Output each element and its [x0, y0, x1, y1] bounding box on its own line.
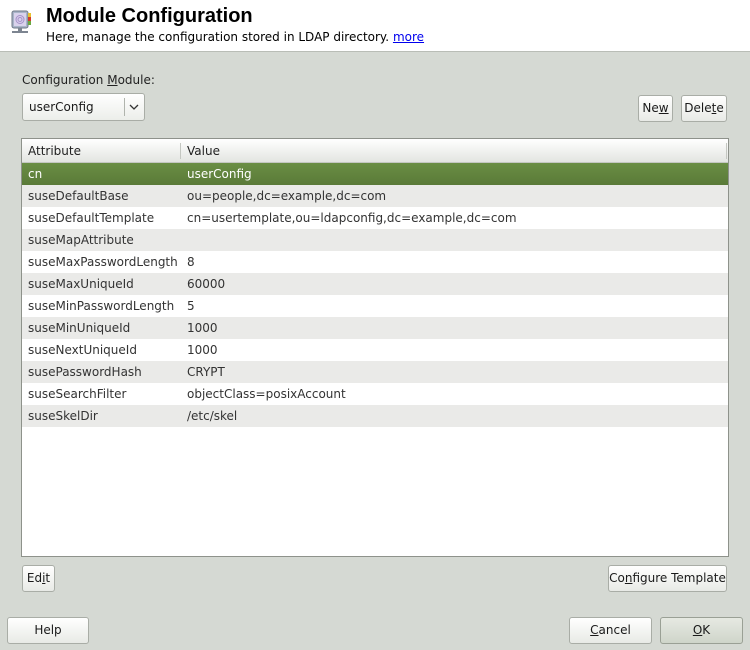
- table-row[interactable]: suseMapAttribute: [22, 229, 728, 251]
- attribute-cell: suseSearchFilter: [28, 387, 127, 401]
- edit-button[interactable]: Edit: [22, 565, 55, 592]
- value-cell: 5: [187, 299, 195, 313]
- table-row[interactable]: cn userConfig: [22, 163, 728, 185]
- configure-template-button[interactable]: Configure Template: [608, 565, 727, 592]
- attribute-cell: suseMapAttribute: [28, 233, 134, 247]
- table-row[interactable]: suseMaxPasswordLength 8: [22, 251, 728, 273]
- attribute-cell: cn: [28, 167, 43, 181]
- selected-module: userConfig: [29, 100, 94, 114]
- table-row[interactable]: suseDefaultTemplate cn=usertemplate,ou=ld…: [22, 207, 728, 229]
- page-subtitle: Here, manage the configuration stored in…: [46, 30, 424, 44]
- ldap-config-computer-icon: [11, 10, 31, 33]
- cancel-button[interactable]: Cancel: [569, 617, 652, 644]
- dialog-header: Module Configuration Here, manage the co…: [0, 0, 750, 52]
- value-cell: 1000: [187, 343, 218, 357]
- table-row[interactable]: susePasswordHash CRYPT: [22, 361, 728, 383]
- value-cell: 60000: [187, 277, 226, 291]
- value-cell: CRYPT: [187, 365, 225, 379]
- table-row[interactable]: suseSkelDir/etc/skel: [22, 405, 728, 427]
- attribute-cell: susePasswordHash: [28, 365, 142, 379]
- table-row[interactable]: suseNextUniqueId 1000: [22, 339, 728, 361]
- attribute-cell: suseSkelDir: [28, 409, 98, 423]
- table-row[interactable]: suseSearchFilter objectClass=posixAccount: [22, 383, 728, 405]
- attribute-cell: suseMinUniqueId: [28, 321, 131, 335]
- value-cell: /etc/skel: [187, 409, 238, 423]
- page-title: Module Configuration: [46, 5, 253, 27]
- more-link[interactable]: more: [393, 30, 424, 44]
- column-header-attribute[interactable]: Attribute: [28, 144, 81, 158]
- value-cell: objectClass=posixAccount: [187, 387, 346, 401]
- table-header: Attribute Value: [22, 139, 728, 163]
- column-separator[interactable]: [180, 143, 181, 159]
- attribute-cell: suseDefaultBase: [28, 189, 129, 203]
- help-button[interactable]: Help: [7, 617, 89, 644]
- new-button[interactable]: New: [638, 95, 673, 122]
- attribute-table[interactable]: Attribute Value cn userConfig suseDefaultB…: [21, 138, 729, 557]
- attribute-cell: suseMaxPasswordLength: [28, 255, 178, 269]
- value-cell: 1000: [187, 321, 218, 335]
- table-row[interactable]: suseMinUniqueId 1000: [22, 317, 728, 339]
- attribute-cell: suseDefaultTemplate: [28, 211, 155, 225]
- configuration-module-select[interactable]: userConfig: [22, 93, 145, 121]
- subtitle-text: Here, manage the configuration stored in…: [46, 30, 390, 44]
- attribute-cell: suseMinPasswordLength: [28, 299, 175, 313]
- value-cell: 8: [187, 255, 195, 269]
- chevron-down-icon[interactable]: [127, 99, 141, 115]
- delete-button[interactable]: Delete: [681, 95, 727, 122]
- value-cell: ou=people,dc=example,dc=com: [187, 189, 387, 203]
- ok-button[interactable]: OK: [660, 617, 743, 644]
- column-header-value[interactable]: Value: [187, 144, 220, 158]
- table-row[interactable]: suseDefaultBase ou=people,dc=example,dc=c…: [22, 185, 728, 207]
- value-cell: cn=usertemplate,ou=ldapconfig,dc=example…: [187, 211, 517, 225]
- table-row[interactable]: suseMaxUniqueId 60000: [22, 273, 728, 295]
- column-separator: [726, 143, 727, 159]
- table-row[interactable]: suseMinPasswordLength 5: [22, 295, 728, 317]
- value-cell: userConfig: [187, 167, 252, 181]
- configuration-module-label: Configuration Module:: [22, 73, 155, 87]
- combo-separator: [124, 98, 125, 116]
- attribute-cell: suseNextUniqueId: [28, 343, 137, 357]
- attribute-cell: suseMaxUniqueId: [28, 277, 134, 291]
